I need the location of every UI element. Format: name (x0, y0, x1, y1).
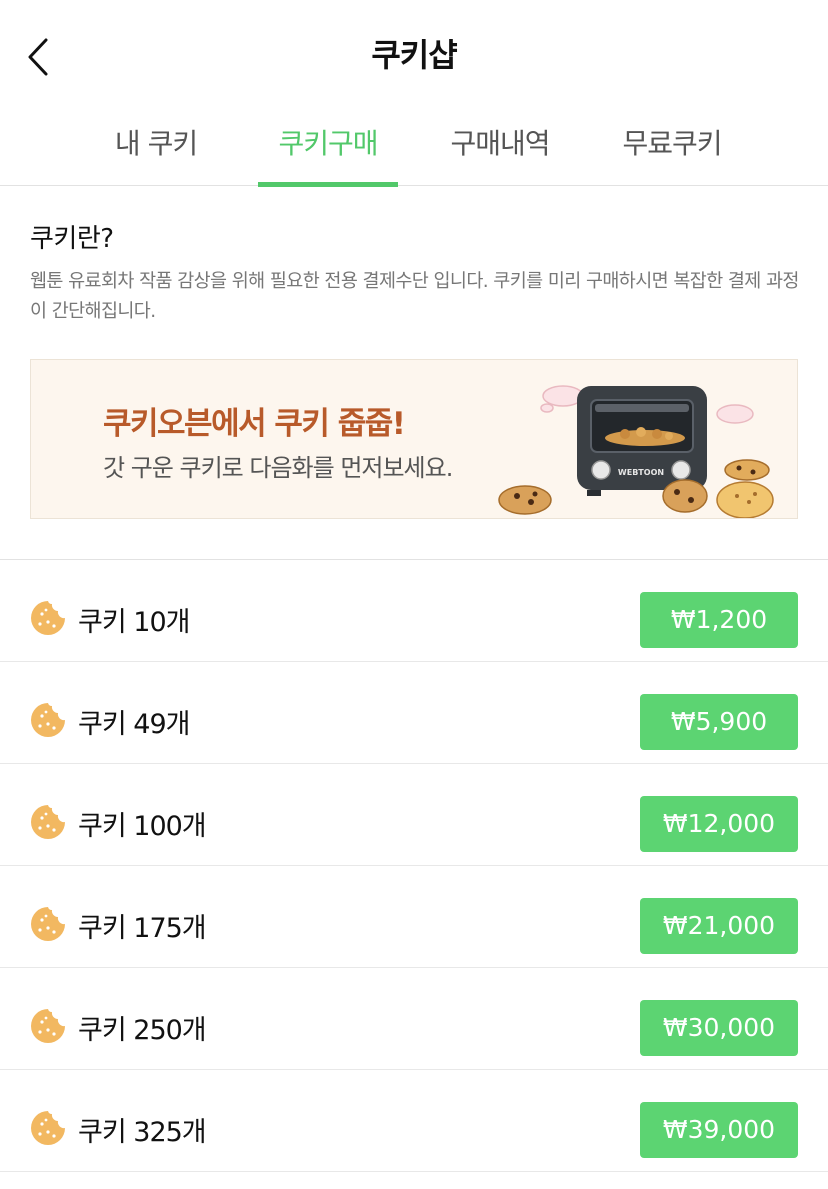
product-row: 쿠키 250개 ₩30,000 (0, 968, 828, 1070)
product-name: 쿠키 10개 (78, 607, 190, 638)
buy-button[interactable]: ₩1,200 (640, 592, 798, 648)
product-name: 쿠키 325개 (78, 1117, 207, 1148)
banner-headline: 쿠키오븐에서 쿠키 줍줍! (103, 406, 406, 442)
oven-illustration: WEBTOON (498, 385, 774, 518)
header-bar: 쿠키샵 (0, 0, 828, 108)
cookie-icon (31, 1111, 65, 1145)
tab-buy-cookies[interactable]: 쿠키구매 (258, 108, 398, 187)
cookie-icon (31, 703, 65, 737)
product-row: 쿠키 49개 ₩5,900 (0, 662, 828, 764)
page-title: 쿠키샵 (371, 36, 457, 74)
product-name: 쿠키 250개 (78, 1015, 207, 1046)
cookie-icon (31, 805, 65, 839)
buy-button[interactable]: ₩39,000 (640, 1102, 798, 1158)
info-title: 쿠키란? (30, 224, 114, 254)
product-name: 쿠키 49개 (78, 709, 190, 740)
cookie-icon (31, 601, 65, 635)
product-list: 쿠키 10개 ₩1,200 쿠키 49개 ₩5,900 쿠키 100개 ₩12,… (0, 560, 828, 1172)
product-row: 쿠키 175개 ₩21,000 (0, 866, 828, 968)
tab-purchase-history[interactable]: 구매내역 (430, 108, 570, 186)
tab-free-cookies[interactable]: 무료쿠키 (602, 108, 742, 186)
cookie-info: 쿠키란? 웹툰 유료회차 작품 감상을 위해 필요한 전용 결제수단 입니다. … (30, 218, 800, 327)
buy-button[interactable]: ₩12,000 (640, 796, 798, 852)
banner-subtext: 갓 구운 쿠키로 다음화를 먼저보세요. (103, 454, 453, 482)
product-row: 쿠키 100개 ₩12,000 (0, 764, 828, 866)
oven-brand-label: WEBTOON (618, 468, 664, 477)
tab-bar: 내 쿠키 쿠키구매 구매내역 무료쿠키 (0, 108, 828, 187)
buy-button[interactable]: ₩30,000 (640, 1000, 798, 1056)
buy-button[interactable]: ₩21,000 (640, 898, 798, 954)
product-row: 쿠키 325개 ₩39,000 (0, 1070, 828, 1172)
product-row: 쿠키 10개 ₩1,200 (0, 560, 828, 662)
product-name: 쿠키 100개 (78, 811, 207, 842)
cookie-icon (31, 907, 65, 941)
tab-my-cookies[interactable]: 내 쿠키 (86, 108, 226, 186)
info-description: 웹툰 유료회차 작품 감상을 위해 필요한 전용 결제수단 입니다. 쿠키를 미… (30, 271, 799, 322)
buy-button[interactable]: ₩5,900 (640, 694, 798, 750)
cookie-oven-banner[interactable]: 쿠키오븐에서 쿠키 줍줍! 갓 구운 쿠키로 다음화를 먼저보세요. WEBTO… (30, 359, 798, 519)
product-name: 쿠키 175개 (78, 913, 207, 944)
cookie-icon (31, 1009, 65, 1043)
